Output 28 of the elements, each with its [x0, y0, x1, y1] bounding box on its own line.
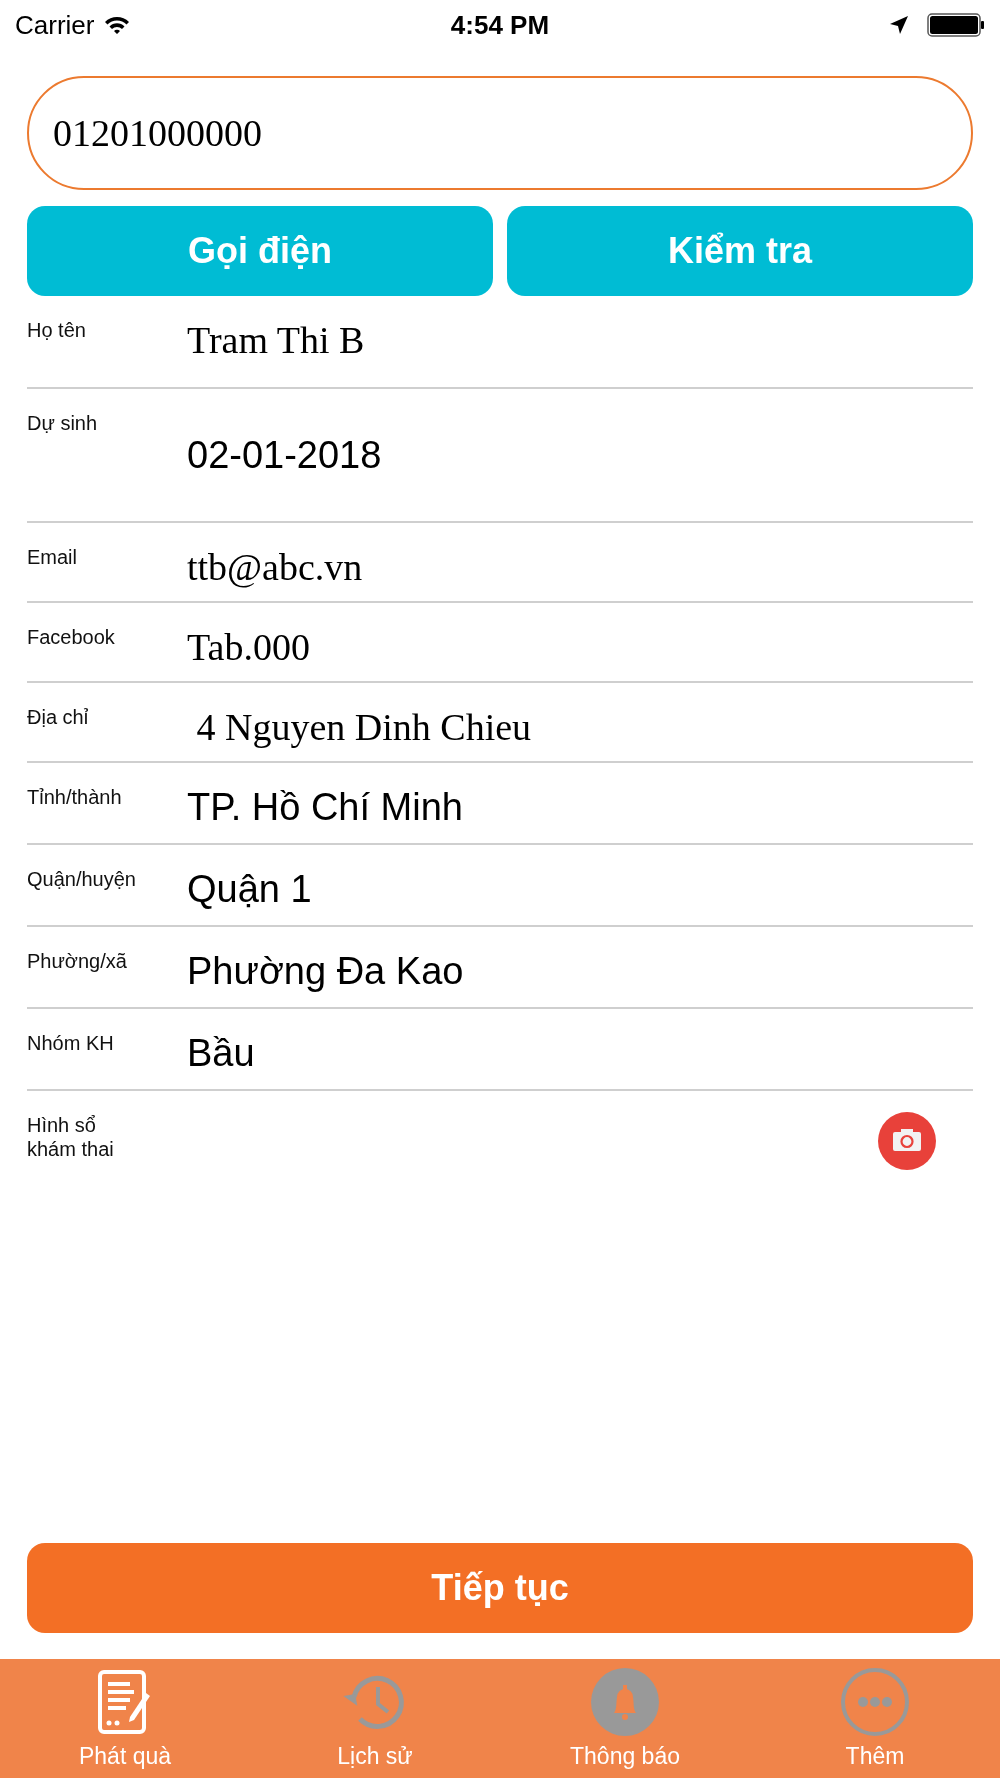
carrier-label: Carrier: [15, 9, 95, 41]
picker-field[interactable]: Quận 1: [187, 845, 312, 925]
location-arrow-icon: [889, 15, 909, 35]
field-label: Facebook: [27, 625, 116, 650]
picker-field[interactable]: 02-01-2018: [187, 389, 382, 521]
picker-field[interactable]: Phường Đa Kao: [187, 927, 464, 1007]
field-label: Hình sổ khám thai: [27, 1113, 115, 1162]
bell-icon: [590, 1667, 660, 1737]
picker-field[interactable]: TP. Hồ Chí Minh: [187, 763, 463, 843]
field-label: Quận/huyện: [27, 867, 137, 892]
text-field[interactable]: ttb@abc.vn: [187, 523, 363, 601]
picker-field[interactable]: Bầu: [187, 1009, 255, 1089]
clock-time: 4:54 PM: [450, 9, 550, 40]
field-label: Nhóm KH: [27, 1031, 115, 1056]
field-label: Dự sinh: [27, 411, 99, 436]
camera-icon[interactable]: [877, 1111, 937, 1171]
field-label: Địa chỉ: [27, 705, 90, 730]
text-field[interactable]: Tab.000: [187, 603, 310, 681]
more-icon: [840, 1667, 910, 1737]
field-label: Email: [27, 545, 78, 570]
phone-number-field[interactable]: 01201000000: [27, 76, 973, 190]
wifi-icon: [104, 15, 131, 35]
field-label: Phường/xã: [27, 949, 128, 974]
text-field[interactable]: 4 Nguyen Dinh Chieu: [187, 683, 532, 761]
text-field[interactable]: Tram Thi B: [187, 296, 365, 387]
field-label: Tỉnh/thành: [27, 785, 123, 810]
battery-icon: [927, 13, 985, 37]
field-label: Họ tên: [27, 318, 87, 343]
